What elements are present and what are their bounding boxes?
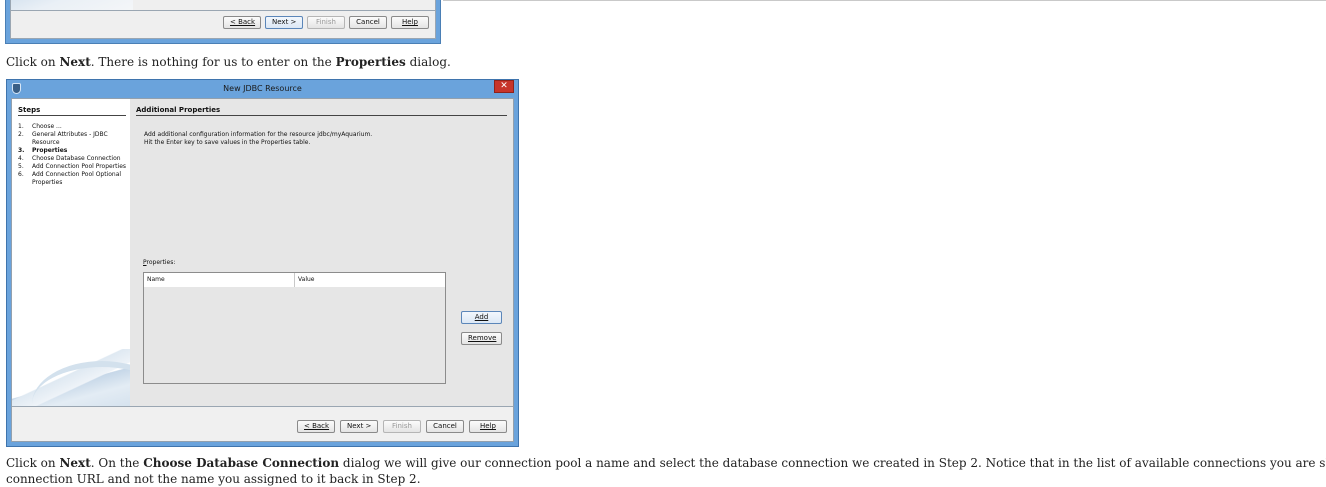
previous-dialog-screenshot: < Back Next > Finish Cancel Help <box>5 0 441 44</box>
column-header-value[interactable]: Value <box>295 273 445 287</box>
p2-bold-next: Next <box>59 456 91 470</box>
instruction-paragraph-1: Click on Next. There is nothing for us t… <box>6 55 451 70</box>
app-icon <box>12 83 21 94</box>
p2-text-3: dialog we will give our connection pool … <box>339 456 1326 470</box>
back-button[interactable]: < Back <box>297 420 335 433</box>
finish-button: Finish <box>383 420 421 433</box>
cancel-button[interactable]: Cancel <box>426 420 464 433</box>
add-button[interactable]: Add <box>461 311 502 324</box>
step-item-general-attributes: 2. General Attributes - JDBC Resource <box>18 131 128 147</box>
properties-label-rest: roperties: <box>146 259 176 266</box>
step-number: 6. <box>18 171 24 178</box>
content-panel: Additional Properties Add additional con… <box>130 99 513 407</box>
page-top-border <box>443 0 1326 1</box>
new-jdbc-resource-dialog: New JDBC Resource ✕ Steps 1. Choose ... … <box>6 79 519 447</box>
description-text: Add additional configuration information… <box>144 131 372 147</box>
help-button[interactable]: Help <box>469 420 507 433</box>
step-label: Add Connection Pool Optional Properties <box>32 171 122 186</box>
prev-next-button[interactable]: Next > <box>265 16 303 29</box>
step-item-add-optional-properties: 6. Add Connection Pool Optional Properti… <box>18 171 128 187</box>
step-item-choose: 1. Choose ... <box>18 123 128 131</box>
step-number: 1. <box>18 123 24 130</box>
watermark-arc <box>32 361 130 407</box>
step-number: 5. <box>18 163 24 170</box>
step-label: Properties <box>32 147 68 154</box>
wizard-footer-buttons: < Back Next > Finish Cancel Help <box>297 420 507 433</box>
steps-title-rule <box>18 115 126 116</box>
prev-back-button[interactable]: < Back <box>223 16 261 29</box>
previous-dialog-watermark <box>11 0 133 10</box>
instruction-paragraph-2: Click on Next. On the Choose Database Co… <box>6 456 1326 471</box>
step-number: 3. <box>18 147 25 154</box>
dialog-titlebar[interactable]: New JDBC Resource ✕ <box>7 80 518 98</box>
section-title: Additional Properties <box>136 106 221 114</box>
step-label: Choose Database Connection <box>32 155 121 162</box>
properties-label: Properties: <box>143 259 175 266</box>
table-header-row: Name Value <box>144 273 445 287</box>
p2-bold-choose-db: Choose Database Connection <box>143 456 340 470</box>
step-item-properties: 3. Properties <box>18 147 128 155</box>
p1-text-2: . There is nothing for us to enter on th… <box>90 55 336 69</box>
p1-text-3: dialog. <box>405 55 451 69</box>
dialog-client-area: Steps 1. Choose ... 2. General Attribute… <box>11 98 514 442</box>
next-button[interactable]: Next > <box>340 420 378 433</box>
step-label: General Attributes - JDBC Resource <box>32 131 108 146</box>
step-number: 2. <box>18 131 24 138</box>
step-label: Add Connection Pool Properties <box>32 163 127 170</box>
previous-dialog-separator <box>11 10 435 11</box>
p1-bold-next: Next <box>59 55 91 69</box>
step-label: Choose ... <box>32 123 62 130</box>
description-line-2: Hit the Enter key to save values in the … <box>144 139 311 146</box>
previous-dialog-buttons: < Back Next > Finish Cancel Help <box>223 16 429 29</box>
wizard-watermark-graphic <box>12 349 130 407</box>
steps-panel: Steps 1. Choose ... 2. General Attribute… <box>12 99 130 407</box>
instruction-paragraph-2-line-2: connection URL and not the name you assi… <box>6 472 421 486</box>
step-number: 4. <box>18 155 24 162</box>
p2-text-1: Click on <box>6 456 60 470</box>
step-item-choose-database-connection: 4. Choose Database Connection <box>18 155 128 163</box>
prev-cancel-button[interactable]: Cancel <box>349 16 387 29</box>
properties-table[interactable]: Name Value <box>143 272 446 384</box>
remove-button[interactable]: Remove <box>461 332 502 345</box>
footer-separator <box>12 406 513 407</box>
prev-finish-button: Finish <box>307 16 345 29</box>
p1-bold-properties: Properties <box>335 55 406 69</box>
steps-list: 1. Choose ... 2. General Attributes - JD… <box>18 123 128 187</box>
step-item-add-connection-pool-properties: 5. Add Connection Pool Properties <box>18 163 128 171</box>
p2-text-2: . On the <box>90 456 144 470</box>
close-icon[interactable]: ✕ <box>494 80 514 93</box>
previous-dialog-body: < Back Next > Finish Cancel Help <box>10 0 436 39</box>
description-line-1: Add additional configuration information… <box>144 131 373 138</box>
p1-text-1: Click on <box>6 55 60 69</box>
column-header-name[interactable]: Name <box>144 273 295 287</box>
prev-help-button[interactable]: Help <box>391 16 429 29</box>
steps-title: Steps <box>18 106 41 114</box>
dialog-title: New JDBC Resource <box>223 84 302 93</box>
section-title-rule <box>136 115 507 116</box>
